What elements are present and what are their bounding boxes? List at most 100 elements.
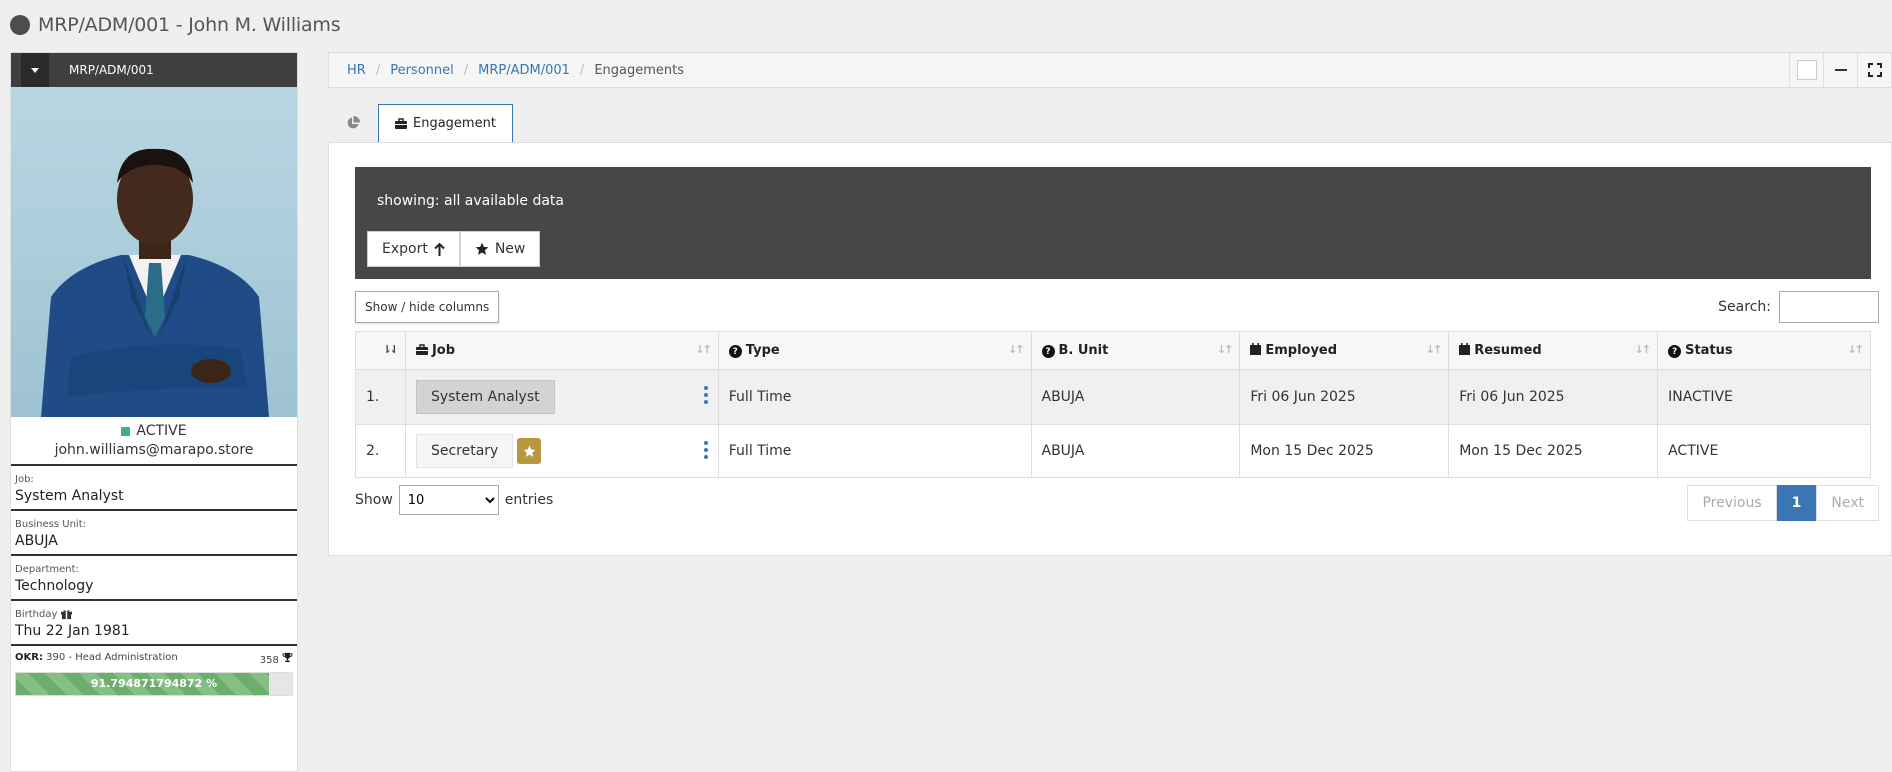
fullscreen-button[interactable] (1857, 53, 1891, 87)
briefcase-icon (415, 344, 428, 355)
profile-photo (11, 87, 297, 417)
field-department: Department: Technology (11, 556, 297, 601)
data-toolbar: showing: all available data Export New (355, 167, 1871, 279)
minus-icon (1834, 69, 1847, 71)
minimize-button[interactable] (1823, 53, 1857, 87)
toolbar-buttons: Export New (367, 231, 541, 267)
search-input[interactable] (1779, 291, 1879, 323)
row-menu-button[interactable] (703, 386, 708, 404)
col-header-status[interactable]: ? Status ↓↑ (1657, 331, 1871, 370)
tab-bar: Engagement (328, 104, 513, 142)
trophy-icon (282, 652, 293, 663)
briefcase-icon (395, 118, 407, 129)
tab-engagement-label: Engagement (413, 116, 496, 131)
profile-menu-toggle[interactable] (21, 53, 49, 87)
dot-icon (703, 455, 708, 459)
sort-icon: ↓↑ (1425, 343, 1443, 356)
breadcrumb-items: HR / Personnel / MRP/ADM/001 / Engagemen… (329, 63, 684, 78)
new-label: New (494, 241, 526, 257)
primary-job-badge[interactable] (517, 438, 542, 464)
tab-engagement[interactable]: Engagement (378, 104, 513, 142)
breadcrumb-record[interactable]: MRP/ADM/001 (478, 63, 570, 78)
cell-type: Full Time (717, 424, 1032, 478)
cell-employed: Fri 06 Jun 2025 (1239, 369, 1450, 425)
star-icon (475, 242, 489, 255)
field-dept-value: Technology (15, 578, 94, 594)
cell-status: INACTIVE (1657, 369, 1871, 425)
cell-index: 2. (355, 424, 406, 478)
cell-type: Full Time (717, 369, 1032, 425)
pie-chart-icon (347, 116, 360, 129)
field-dept-label: Department: (15, 564, 79, 575)
profile-card: MRP/ADM/001 ACTIVE john.williams@marapo.… (10, 52, 298, 772)
col-header-job[interactable]: Job ↓↑ (404, 331, 719, 370)
job-button[interactable]: Secretary (415, 434, 514, 468)
sort-asc-icon: ⇂⇃ (382, 343, 400, 356)
cell-unit: ABUJA (1030, 369, 1241, 425)
field-job-label: Job: (15, 474, 34, 485)
profile-code: MRP/ADM/001 (69, 63, 154, 77)
table-search: Search: (1718, 291, 1879, 323)
row-menu-button[interactable] (703, 441, 708, 459)
star-icon (523, 445, 536, 457)
col-header-unit-label: B. Unit (1058, 342, 1109, 358)
export-button[interactable]: Export (367, 231, 460, 267)
dot-icon (703, 393, 708, 397)
entries-label: entries (504, 492, 554, 508)
cell-job: Secretary (404, 424, 719, 478)
col-header-employed[interactable]: Employed ↓↑ (1239, 331, 1450, 370)
page-1-button[interactable]: 1 (1776, 485, 1817, 521)
field-birthday-label: Birthday (15, 609, 58, 620)
show-hide-columns-button[interactable]: Show / hide columns (355, 291, 500, 323)
show-label: Show (355, 492, 393, 508)
okr-text-wrap: OKR: 390 - Head Administration (15, 652, 178, 666)
engagement-table: ⇂⇃ Job ↓↑ ? Type ↓↑ ? B. Unit ↓↑ Employe… (355, 331, 1871, 478)
breadcrumb: HR / Personnel / MRP/ADM/001 / Engagemen… (328, 52, 1892, 88)
status-indicator-icon (121, 426, 131, 436)
okr-header: OKR: 390 - Head Administration 358 (15, 652, 293, 666)
breadcrumb-separator: / (579, 62, 585, 78)
expand-icon (1867, 63, 1882, 77)
field-job: Job: System Analyst (11, 466, 297, 511)
caret-down-icon (31, 67, 39, 73)
sort-icon: ↓↑ (1008, 343, 1025, 356)
col-header-type-label: Type (745, 342, 780, 358)
panel-box-button[interactable] (1789, 53, 1823, 87)
cell-resumed: Fri 06 Jun 2025 (1448, 369, 1659, 425)
col-header-type[interactable]: ? Type ↓↑ (717, 331, 1032, 370)
field-unit-label: Business Unit: (15, 519, 87, 530)
table-header-row: ⇂⇃ Job ↓↑ ? Type ↓↑ ? B. Unit ↓↑ Employe… (355, 331, 1871, 370)
next-page-button[interactable]: Next (1816, 485, 1879, 521)
page-length-select[interactable]: 10 (398, 485, 499, 515)
dot-icon (703, 400, 708, 404)
search-label: Search: (1718, 299, 1771, 315)
breadcrumb-hr[interactable]: HR (347, 63, 366, 78)
col-header-index[interactable]: ⇂⇃ (355, 331, 406, 370)
person-portrait-icon (41, 148, 269, 417)
okr-label: OKR: (15, 652, 43, 663)
gift-icon (61, 610, 73, 620)
dot-icon (703, 441, 708, 445)
arrow-up-icon (434, 242, 445, 256)
dot-icon (703, 386, 708, 390)
job-button[interactable]: System Analyst (415, 380, 555, 414)
col-header-employed-label: Employed (1265, 343, 1338, 358)
page-title-text: MRP/ADM/001 - John M. Williams (38, 14, 341, 36)
breadcrumb-personnel[interactable]: Personnel (390, 63, 454, 78)
cell-employed: Mon 15 Dec 2025 (1239, 424, 1450, 478)
previous-page-button[interactable]: Previous (1687, 485, 1777, 521)
field-business-unit: Business Unit: ABUJA (11, 511, 297, 556)
table-row: 1. System Analyst Full Time ABUJA Fri 06… (355, 369, 1871, 425)
field-unit-value: ABUJA (15, 533, 58, 549)
col-header-unit[interactable]: ? B. Unit ↓↑ (1030, 331, 1241, 370)
field-birthday-value: Thu 22 Jan 1981 (15, 623, 130, 639)
new-button[interactable]: New (459, 231, 541, 267)
col-header-resumed[interactable]: Resumed ↓↑ (1448, 331, 1659, 370)
field-birthday: Birthday Thu 22 Jan 1981 (11, 601, 297, 646)
cell-unit: ABUJA (1030, 424, 1241, 478)
okr-progress-text: 91.794871794872 % (90, 677, 218, 690)
breadcrumb-current: Engagements (594, 62, 685, 78)
cell-index: 1. (355, 369, 406, 425)
tab-dashboard[interactable] (328, 104, 378, 142)
export-label: Export (382, 241, 428, 257)
